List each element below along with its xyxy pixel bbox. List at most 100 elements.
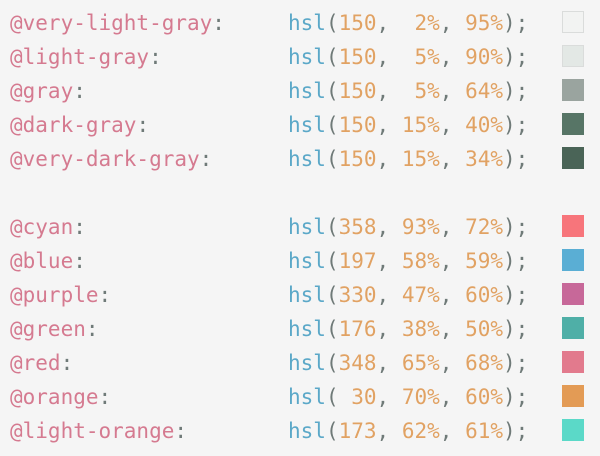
variable-name: @orange xyxy=(10,385,99,409)
color-swatch xyxy=(562,215,584,237)
colon: : xyxy=(136,113,150,137)
color-swatch xyxy=(562,147,584,169)
hue-value: 176 xyxy=(338,317,377,341)
function-name: hsl xyxy=(288,385,326,409)
colon: : xyxy=(73,249,86,273)
color-variable-row: @cyan: hsl(358, 93%, 72%); xyxy=(10,210,590,244)
variable-name: @blue xyxy=(10,249,74,273)
hue-value: 173 xyxy=(338,419,377,443)
colon: : xyxy=(73,215,86,239)
hue-value: 150 xyxy=(338,147,377,171)
color-swatch xyxy=(562,45,584,67)
variable-name: @cyan xyxy=(10,215,74,239)
function-name: hsl xyxy=(288,147,326,171)
hue-value: 150 xyxy=(338,45,377,69)
color-variable-row: @blue: hsl(197, 58%, 59%); xyxy=(10,244,590,278)
saturation-value: 15% xyxy=(401,147,440,171)
color-variable-row: @dark-gray: hsl(150, 15%, 40%); xyxy=(10,108,590,142)
color-swatch xyxy=(562,385,584,407)
lightness-value: 60% xyxy=(465,283,503,307)
function-name: hsl xyxy=(288,11,326,35)
color-swatch xyxy=(562,283,584,305)
function-name: hsl xyxy=(288,113,326,137)
lightness-value: 95% xyxy=(465,11,503,35)
hue-value: 330 xyxy=(338,283,377,307)
hue-value: 150 xyxy=(338,11,377,35)
variable-name: @light-gray xyxy=(10,45,150,69)
lightness-value: 34% xyxy=(465,147,503,171)
color-swatch xyxy=(562,419,584,441)
color-swatch xyxy=(562,317,584,339)
color-swatch xyxy=(562,249,584,271)
saturation-value: 15% xyxy=(401,113,440,137)
lightness-value: 72% xyxy=(465,215,503,239)
saturation-value: 65% xyxy=(401,351,440,375)
colon: : xyxy=(212,11,225,35)
variable-name: @red xyxy=(10,351,61,375)
saturation-value: 38% xyxy=(401,317,440,341)
function-name: hsl xyxy=(288,215,326,239)
lightness-value: 61% xyxy=(465,419,503,443)
color-variable-row: @orange: hsl( 30, 70%, 60%); xyxy=(10,380,590,414)
function-name: hsl xyxy=(288,351,326,375)
colon: : xyxy=(85,317,99,341)
hue-value: 197 xyxy=(338,249,377,273)
lightness-value: 59% xyxy=(465,249,503,273)
colon: : xyxy=(199,147,213,171)
lightness-value: 40% xyxy=(465,113,503,137)
color-swatch xyxy=(562,113,584,135)
color-swatch xyxy=(562,79,584,101)
color-swatch xyxy=(562,351,584,373)
variable-name: @light-orange xyxy=(10,419,175,443)
saturation-value: 5% xyxy=(401,45,440,69)
colon: : xyxy=(98,283,112,307)
lightness-value: 90% xyxy=(465,45,503,69)
color-variable-row: @purple: hsl(330, 47%, 60%); xyxy=(10,278,590,312)
lightness-value: 64% xyxy=(465,79,503,103)
colon: : xyxy=(174,419,188,443)
colon: : xyxy=(73,79,86,103)
code-listing: @very-light-gray: hsl(150, 2%, 95%); @lig… xyxy=(10,6,590,448)
color-variable-row: @red: hsl(348, 65%, 68%); xyxy=(10,346,590,380)
function-name: hsl xyxy=(288,317,326,341)
variable-name: @gray xyxy=(10,79,74,103)
hue-value: 348 xyxy=(338,351,377,375)
colon: : xyxy=(60,351,74,375)
hue-value: 150 xyxy=(338,79,377,103)
lightness-value: 60% xyxy=(465,385,503,409)
saturation-value: 47% xyxy=(401,283,440,307)
function-name: hsl xyxy=(288,45,326,69)
gray-variables-block: @very-light-gray: hsl(150, 2%, 95%); @lig… xyxy=(10,6,590,176)
color-variable-row: @light-gray: hsl(150, 5%, 90%); xyxy=(10,40,590,74)
variable-name: @purple xyxy=(10,283,99,307)
variable-name: @very-dark-gray xyxy=(10,147,200,171)
function-name: hsl xyxy=(288,283,326,307)
saturation-value: 2% xyxy=(401,11,440,35)
variable-name: @green xyxy=(10,317,86,341)
function-name: hsl xyxy=(288,249,326,273)
saturation-value: 70% xyxy=(401,385,440,409)
saturation-value: 58% xyxy=(401,249,440,273)
saturation-value: 93% xyxy=(401,215,440,239)
hue-value: 30 xyxy=(338,385,377,409)
lightness-value: 68% xyxy=(465,351,503,375)
variable-name: @very-light-gray xyxy=(10,11,213,35)
hue-value: 150 xyxy=(338,113,377,137)
color-variable-row: @gray: hsl(150, 5%, 64%); xyxy=(10,74,590,108)
function-name: hsl xyxy=(288,79,326,103)
color-variable-row: @very-light-gray: hsl(150, 2%, 95%); xyxy=(10,6,590,40)
hue-value: 358 xyxy=(338,215,377,239)
color-swatch xyxy=(562,11,584,33)
accent-variables-block: @cyan: hsl(358, 93%, 72%); @blue: hsl(197,… xyxy=(10,210,590,448)
colon: : xyxy=(149,45,162,69)
lightness-value: 50% xyxy=(465,317,503,341)
colon: : xyxy=(98,385,112,409)
function-name: hsl xyxy=(288,419,326,443)
color-variable-row: @light-orange: hsl(173, 62%, 61%); xyxy=(10,414,590,448)
variable-name: @dark-gray xyxy=(10,113,137,137)
color-variable-row: @green: hsl(176, 38%, 50%); xyxy=(10,312,590,346)
saturation-value: 5% xyxy=(401,79,440,103)
color-variable-row: @very-dark-gray: hsl(150, 15%, 34%); xyxy=(10,142,590,176)
saturation-value: 62% xyxy=(401,419,440,443)
